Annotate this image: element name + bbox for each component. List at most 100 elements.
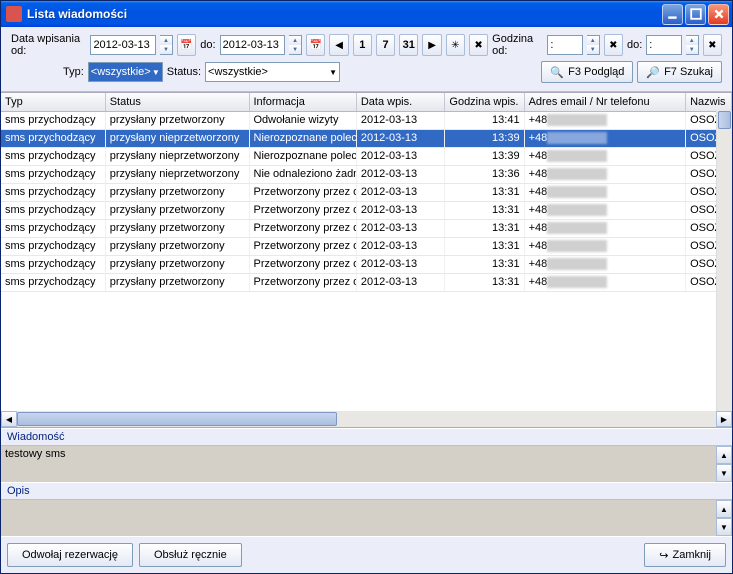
status-combo[interactable]: <wszystkie>▼: [205, 62, 340, 82]
date-from-input[interactable]: 2012-03-13: [90, 35, 156, 55]
cell-adres: +48: [524, 183, 686, 201]
handle-manual-button[interactable]: Obsłuż ręcznie: [139, 543, 242, 567]
cancel-reservation-button[interactable]: Odwołaj rezerwację: [7, 543, 133, 567]
table-row[interactable]: sms przychodzącyprzysłany nieprzetworzon…: [1, 129, 732, 147]
cell-data: 2012-03-13: [356, 147, 445, 165]
calendar-from-icon[interactable]: 📅: [177, 34, 196, 56]
date-to-spinner[interactable]: ▲▼: [289, 35, 302, 55]
time-from-input[interactable]: :: [547, 35, 582, 55]
cell-typ: sms przychodzący: [1, 273, 105, 291]
vertical-scrollbar[interactable]: [716, 111, 732, 411]
cell-typ: sms przychodzący: [1, 201, 105, 219]
table-row[interactable]: sms przychodzącyprzysłany nieprzetworzon…: [1, 147, 732, 165]
cell-info: Przetworzony przez o: [249, 273, 356, 291]
exit-icon: ↪: [659, 549, 668, 562]
time-to-input[interactable]: :: [646, 35, 681, 55]
clear-date-icon[interactable]: ✖: [469, 34, 488, 56]
cell-status: przysłany nieprzetworzony: [105, 129, 249, 147]
cell-data: 2012-03-13: [356, 111, 445, 129]
col-header-typ[interactable]: Typ: [1, 93, 105, 111]
col-header-nazw[interactable]: Nazwis: [686, 93, 732, 111]
cell-status: przysłany przetworzony: [105, 201, 249, 219]
date-from-spinner[interactable]: ▲▼: [160, 35, 173, 55]
prev-icon[interactable]: ◀: [329, 34, 348, 56]
scroll-left-icon[interactable]: ◀: [1, 411, 17, 427]
cell-info: Nierozpoznane polec: [249, 147, 356, 165]
cell-typ: sms przychodzący: [1, 129, 105, 147]
table-row[interactable]: sms przychodzącyprzysłany przetworzonyOd…: [1, 111, 732, 129]
message-grid[interactable]: Typ Status Informacja Data wpis. Godzina…: [1, 93, 732, 411]
cell-data: 2012-03-13: [356, 237, 445, 255]
range-1-icon[interactable]: 1: [353, 34, 372, 56]
cell-info: Nierozpoznane polec: [249, 129, 356, 147]
date-to-input[interactable]: 2012-03-13: [220, 35, 286, 55]
table-row[interactable]: sms przychodzącyprzysłany przetworzonyPr…: [1, 219, 732, 237]
col-header-adres[interactable]: Adres email / Nr telefonu: [524, 93, 686, 111]
table-row[interactable]: sms przychodzącyprzysłany przetworzonyPr…: [1, 237, 732, 255]
col-header-godz[interactable]: Godzina wpis.: [445, 93, 524, 111]
cell-godz: 13:41: [445, 111, 524, 129]
close-button[interactable]: [708, 4, 729, 25]
cell-info: Nie odnaleziono żadn: [249, 165, 356, 183]
cell-godz: 13:31: [445, 219, 524, 237]
cell-status: przysłany przetworzony: [105, 255, 249, 273]
cell-data: 2012-03-13: [356, 165, 445, 183]
scroll-right-icon[interactable]: ▶: [716, 411, 732, 427]
range-7-icon[interactable]: 7: [376, 34, 395, 56]
cell-adres: +48: [524, 237, 686, 255]
type-combo[interactable]: <wszystkie>▼: [88, 62, 163, 82]
wiadomosc-section-label: Wiadomość: [1, 428, 732, 446]
col-header-info[interactable]: Informacja: [249, 93, 356, 111]
minimize-button[interactable]: [662, 4, 683, 25]
cell-info: Przetworzony przez o: [249, 237, 356, 255]
time-from-spinner[interactable]: ▲▼: [587, 35, 600, 55]
wiadomosc-scrollbar[interactable]: ▲▼: [716, 446, 732, 482]
cell-typ: sms przychodzący: [1, 165, 105, 183]
magnifier-icon: 🔍: [550, 66, 564, 79]
date-to-label: do:: [200, 39, 215, 51]
cell-godz: 13:39: [445, 129, 524, 147]
cell-godz: 13:31: [445, 183, 524, 201]
cell-info: Przetworzony przez o: [249, 219, 356, 237]
cell-data: 2012-03-13: [356, 201, 445, 219]
cell-adres: +48: [524, 255, 686, 273]
cell-adres: +48: [524, 273, 686, 291]
cell-status: przysłany nieprzetworzony: [105, 147, 249, 165]
table-row[interactable]: sms przychodzącyprzysłany przetworzonyPr…: [1, 273, 732, 291]
window-title: Lista wiadomości: [27, 7, 662, 21]
star-icon[interactable]: ✳: [446, 34, 465, 56]
wiadomosc-section-body: testowy sms ▲▼: [1, 446, 732, 482]
cell-status: przysłany przetworzony: [105, 237, 249, 255]
cell-status: przysłany przetworzony: [105, 273, 249, 291]
grid-header-row: Typ Status Informacja Data wpis. Godzina…: [1, 93, 732, 111]
maximize-button[interactable]: [685, 4, 706, 25]
clear-time-from-icon[interactable]: ✖: [604, 34, 623, 56]
col-header-status[interactable]: Status: [105, 93, 249, 111]
close-window-button[interactable]: ↪Zamknij: [644, 543, 726, 567]
cell-status: przysłany przetworzony: [105, 111, 249, 129]
table-row[interactable]: sms przychodzącyprzysłany przetworzonyPr…: [1, 183, 732, 201]
cell-godz: 13:31: [445, 201, 524, 219]
cell-godz: 13:31: [445, 273, 524, 291]
title-bar: Lista wiadomości: [1, 1, 732, 27]
search-button[interactable]: 🔎F7 Szukaj: [637, 61, 722, 83]
clear-time-to-icon[interactable]: ✖: [703, 34, 722, 56]
table-row[interactable]: sms przychodzącyprzysłany przetworzonyPr…: [1, 255, 732, 273]
table-row[interactable]: sms przychodzącyprzysłany przetworzonyPr…: [1, 201, 732, 219]
col-header-data[interactable]: Data wpis.: [356, 93, 445, 111]
wiadomosc-text: testowy sms: [5, 448, 66, 460]
calendar-to-icon[interactable]: 📅: [306, 34, 325, 56]
cell-info: Przetworzony przez o: [249, 255, 356, 273]
opis-scrollbar[interactable]: ▲▼: [716, 500, 732, 536]
cell-typ: sms przychodzący: [1, 255, 105, 273]
cell-typ: sms przychodzący: [1, 111, 105, 129]
horizontal-scrollbar[interactable]: ◀ ▶: [1, 411, 732, 427]
time-to-spinner[interactable]: ▲▼: [686, 35, 699, 55]
table-row[interactable]: sms przychodzącyprzysłany nieprzetworzon…: [1, 165, 732, 183]
preview-button[interactable]: 🔍F3 Podgląd: [541, 61, 633, 83]
cell-typ: sms przychodzący: [1, 237, 105, 255]
next-icon[interactable]: ▶: [422, 34, 441, 56]
range-31-icon[interactable]: 31: [399, 34, 418, 56]
cell-adres: +48: [524, 129, 686, 147]
cell-data: 2012-03-13: [356, 273, 445, 291]
